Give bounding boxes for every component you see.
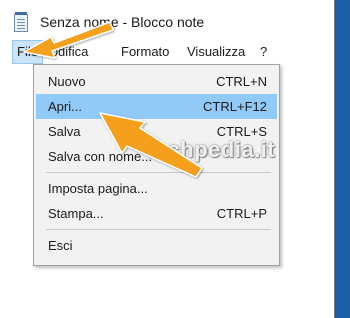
menu-item-label: Esci <box>48 238 73 253</box>
menu-item-label: Salva con nome... <box>48 149 153 164</box>
title-bar: Senza nome - Blocco note <box>0 0 334 40</box>
menu-visualizza[interactable]: Visualizza <box>183 40 249 64</box>
notepad-icon <box>14 12 28 32</box>
menu-help[interactable]: ? <box>256 40 271 64</box>
window-title: Senza nome - Blocco note <box>40 14 205 30</box>
menu-item-label: Stampa... <box>48 206 104 221</box>
menu-item-shortcut: CTRL+F12 <box>203 99 267 114</box>
menu-item-nuovo[interactable]: Nuovo CTRL+N <box>36 69 277 94</box>
file-menu-dropdown: Nuovo CTRL+N Apri... CTRL+F12 Salva CTRL… <box>33 64 280 266</box>
menu-item-label: Nuovo <box>48 74 86 89</box>
menu-item-shortcut: CTRL+P <box>216 206 267 221</box>
menu-bar: File Modifica Formato Visualizza ? <box>0 40 334 64</box>
menu-item-stampa[interactable]: Stampa... CTRL+P <box>36 201 277 226</box>
menu-item-apri[interactable]: Apri... CTRL+F12 <box>36 94 277 119</box>
menu-item-label: Salva <box>48 124 81 139</box>
menu-separator <box>46 229 271 230</box>
menu-formato[interactable]: Formato <box>117 40 173 64</box>
menu-item-shortcut: CTRL+N <box>216 74 267 89</box>
watermark-text: techpedia.it <box>147 137 276 162</box>
menu-item-imposta-pagina[interactable]: Imposta pagina... <box>36 176 277 201</box>
menu-modifica[interactable]: Modifica <box>36 40 92 64</box>
menu-item-label: Imposta pagina... <box>48 181 148 196</box>
menu-item-label: Apri... <box>48 99 82 114</box>
menu-item-esci[interactable]: Esci <box>36 233 277 258</box>
menu-separator <box>46 172 271 173</box>
